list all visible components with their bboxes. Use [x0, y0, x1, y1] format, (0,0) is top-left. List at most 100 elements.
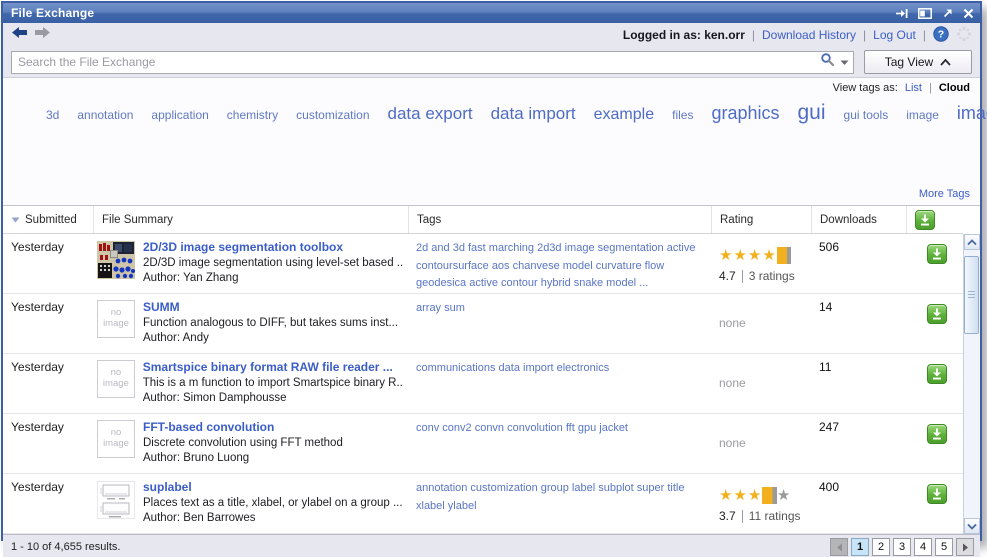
page-buttons: 12345 [851, 538, 953, 556]
table-row: Yesterday no image SUMM Function analogo… [3, 294, 963, 354]
search-box [11, 51, 854, 74]
file-title-link[interactable]: 2D/3D image segmentation toolbox [143, 240, 404, 254]
column-header-tags[interactable]: Tags [408, 206, 711, 233]
back-arrow-button[interactable] [11, 26, 28, 44]
no-image-placeholder: no image [97, 360, 135, 398]
undock-icon[interactable] [942, 8, 953, 19]
star-icon: ★ [733, 247, 747, 264]
row-rating: ★★★★★4.73 ratings [711, 234, 811, 293]
search-icon[interactable] [820, 52, 835, 72]
rating-score: 4.7 [719, 269, 736, 283]
file-description: Discrete convolution using FFT method [143, 437, 343, 449]
file-thumbnail [97, 241, 135, 279]
tag-customization[interactable]: customization [296, 108, 369, 122]
view-as-list-link[interactable]: List [905, 82, 922, 94]
row-tags-links[interactable]: 2d and 3d fast marching 2d3d image segme… [416, 242, 695, 289]
tag-gui-tools[interactable]: gui tools [844, 108, 889, 122]
search-row: Tag View [3, 47, 980, 77]
row-tags-links[interactable]: communications data import electronics [416, 362, 609, 374]
download-file-button[interactable] [927, 244, 947, 264]
separator: | [863, 28, 866, 42]
row-submitted: Yesterday [11, 360, 64, 374]
tag-annotation[interactable]: annotation [77, 108, 133, 122]
page-button-3[interactable]: 3 [893, 538, 911, 556]
tag-example[interactable]: example [594, 106, 654, 123]
download-history-link[interactable]: Download History [762, 28, 856, 42]
download-column-icon[interactable] [915, 210, 935, 230]
download-file-button[interactable] [927, 484, 947, 504]
column-header-rating[interactable]: Rating [711, 206, 811, 233]
row-download-count: 506 [819, 240, 839, 254]
page-button-2[interactable]: 2 [872, 538, 890, 556]
tag-image-processing[interactable]: image processing [957, 103, 987, 123]
scrollbar-track[interactable] [964, 250, 980, 518]
tag-gui[interactable]: gui [798, 101, 826, 124]
restore-window-icon[interactable] [918, 8, 932, 19]
row-download-count: 14 [819, 300, 832, 314]
close-icon[interactable] [963, 8, 974, 19]
scroll-up-icon[interactable] [964, 234, 980, 250]
star-icon: ★ [777, 247, 791, 264]
row-download-count: 11 [819, 360, 831, 374]
help-icon[interactable]: ? [933, 26, 949, 45]
search-input[interactable] [11, 51, 854, 74]
dock-icon[interactable] [895, 8, 908, 19]
page-button-4[interactable]: 4 [914, 538, 932, 556]
row-rating: none [711, 294, 811, 353]
file-author: Author: Bruno Luong [143, 452, 343, 464]
tag-graphics[interactable]: graphics [711, 103, 779, 123]
log-out-link[interactable]: Log Out [873, 28, 916, 42]
tag-view-button[interactable]: Tag View [864, 50, 972, 74]
star-icon: ★ [719, 247, 733, 264]
previous-page-icon[interactable] [830, 538, 848, 556]
tag-data-export[interactable]: data export [388, 104, 473, 123]
tag-application[interactable]: application [151, 108, 208, 122]
window-title: File Exchange [11, 6, 94, 20]
column-header-file-summary[interactable]: File Summary [93, 206, 408, 233]
vertical-scrollbar[interactable] [963, 234, 980, 534]
scroll-down-icon[interactable] [964, 518, 980, 534]
star-rating: ★★★★★ [719, 248, 807, 263]
file-title-link[interactable]: SUMM [143, 300, 398, 314]
page-button-1[interactable]: 1 [851, 538, 869, 556]
logged-in-label: Logged in as: ken.orr [623, 28, 745, 42]
view-as-cloud-current[interactable]: Cloud [939, 82, 970, 94]
search-options-caret-icon[interactable] [840, 53, 849, 71]
download-file-button[interactable] [927, 304, 947, 324]
file-title-link[interactable]: Smartspice binary format RAW file reader… [143, 360, 404, 374]
row-tags-links[interactable]: conv conv2 convn convolution fft gpu jac… [416, 422, 628, 434]
tag-files[interactable]: files [672, 108, 693, 122]
toolbar: Logged in as: ken.orr | Download History… [3, 23, 980, 47]
page-button-5[interactable]: 5 [935, 538, 953, 556]
download-file-button[interactable] [927, 424, 947, 444]
star-icon: ★ [762, 247, 776, 264]
file-description: Places text as a title, xlabel, or ylabe… [143, 497, 403, 509]
column-header-submitted[interactable]: Submitted [3, 206, 93, 233]
rating-none: none [719, 376, 746, 390]
forward-arrow-button[interactable] [34, 26, 51, 44]
tag-image[interactable]: image [906, 108, 939, 122]
tag-chemistry[interactable]: chemistry [227, 108, 278, 122]
title-bar[interactable]: File Exchange [3, 3, 980, 23]
download-file-button[interactable] [927, 364, 947, 384]
view-tags-as-label: View tags as: [833, 82, 898, 94]
file-title-link[interactable]: FFT-based convolution [143, 420, 343, 434]
scrollbar-thumb[interactable] [964, 256, 979, 334]
row-tags-links[interactable]: annotation customization group label sub… [416, 482, 684, 512]
column-header-downloads[interactable]: Downloads [811, 206, 906, 233]
table-rows: Yesterday 2D/3D image segmentation toolb… [3, 234, 963, 534]
next-page-icon[interactable] [956, 538, 974, 556]
separator: | [929, 82, 932, 94]
busy-spinner-icon [956, 26, 972, 45]
tag-data-import[interactable]: data import [491, 104, 576, 123]
row-download-count: 247 [819, 420, 839, 434]
tag-3d[interactable]: 3d [46, 108, 59, 122]
separator: | [923, 28, 926, 42]
file-title-link[interactable]: suplabel [143, 480, 403, 494]
more-tags-link[interactable]: More Tags [919, 188, 970, 200]
rating-none: none [719, 436, 746, 450]
file-description: Function analogous to DIFF, but takes su… [143, 317, 398, 329]
svg-text:?: ? [938, 28, 944, 40]
tag-view-button-label: Tag View [885, 55, 933, 69]
row-tags-links[interactable]: array sum [416, 302, 465, 314]
